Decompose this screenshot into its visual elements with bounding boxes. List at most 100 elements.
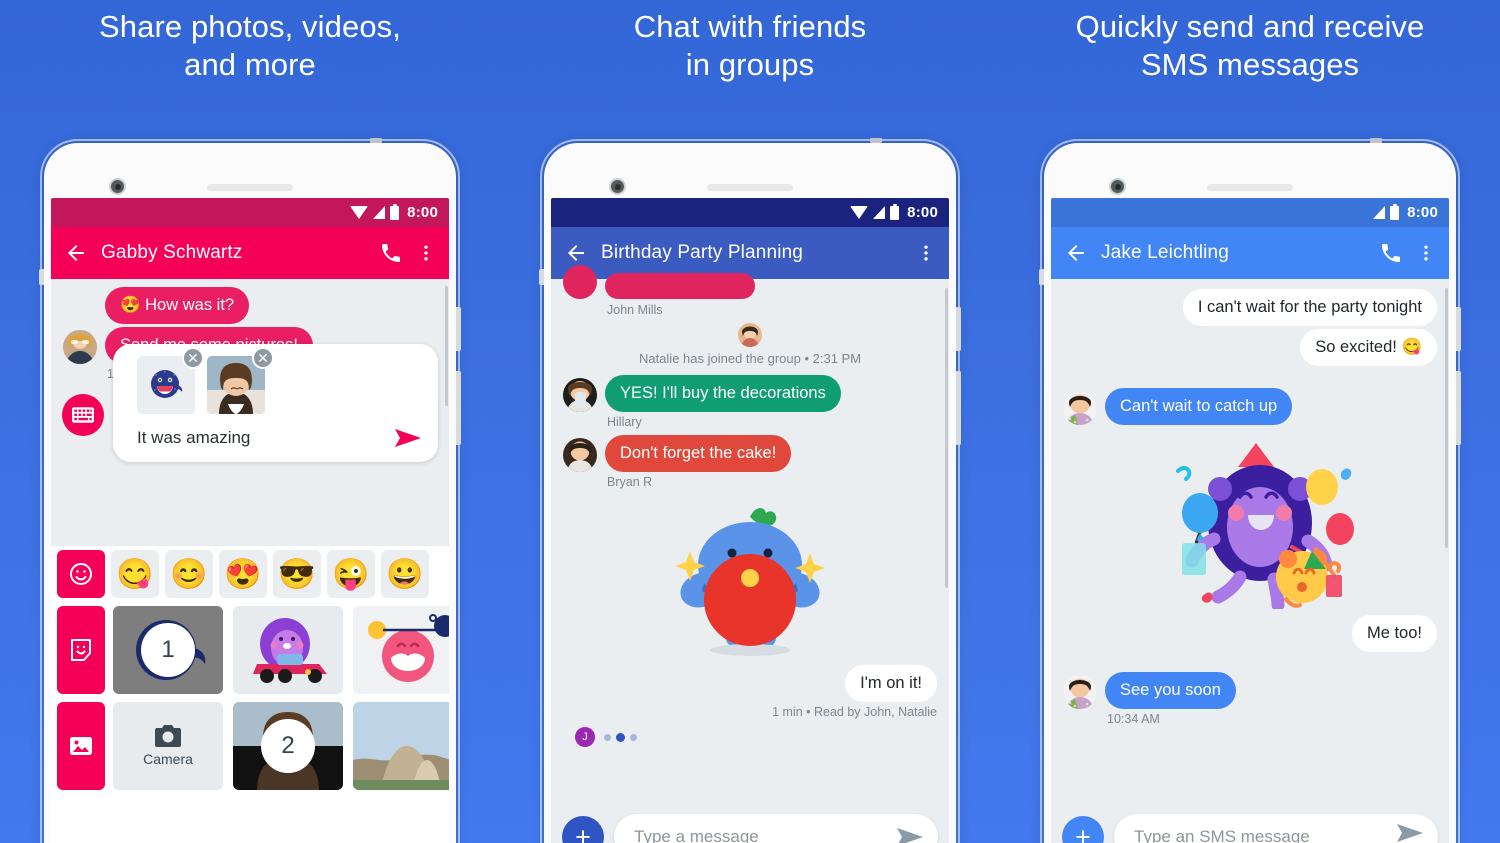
- status-bar: 8:00: [51, 198, 449, 227]
- message-row: 😍 How was it?: [63, 287, 437, 324]
- message-sender: Bryan R: [607, 475, 653, 489]
- power-button[interactable]: [956, 307, 961, 351]
- phone-mockup: 8:00 Jake Leichtling I can't wait for th…: [1039, 138, 1461, 843]
- antenna-strip: [870, 138, 882, 143]
- remove-attachment-icon[interactable]: ✕: [252, 347, 274, 369]
- plus-icon[interactable]: +: [1062, 816, 1104, 843]
- message-bubble[interactable]: [605, 273, 755, 299]
- attachment-photo-thumb[interactable]: ✕: [207, 347, 274, 414]
- message-bubble[interactable]: I can't wait for the party tonight: [1182, 289, 1437, 326]
- power-button[interactable]: [456, 307, 461, 351]
- composer-text[interactable]: It was amazing: [137, 428, 394, 448]
- overflow-menu-icon[interactable]: [916, 241, 936, 265]
- phone-icon[interactable]: [1379, 241, 1403, 265]
- phone-bezel-top: [1051, 150, 1449, 198]
- gallery-item-sticker-lips[interactable]: [353, 606, 449, 694]
- earpiece-speaker: [1207, 184, 1293, 191]
- avatar[interactable]: [63, 330, 97, 364]
- typing-indicator: J: [563, 725, 937, 747]
- send-icon[interactable]: [1396, 823, 1424, 843]
- message-row-clipped: [563, 265, 937, 299]
- message-row: So excited! 😋: [1063, 329, 1437, 366]
- gallery-item-sticker-dark[interactable]: [113, 606, 223, 694]
- conversation-list: I can't wait for the party tonight So ex…: [1051, 279, 1449, 843]
- emoji-cell[interactable]: 😋: [111, 550, 159, 598]
- message-sender: John Mills: [607, 303, 663, 317]
- back-arrow-icon[interactable]: [64, 241, 88, 265]
- avatar[interactable]: [563, 265, 597, 299]
- gallery-item-photo-woman[interactable]: [233, 702, 343, 790]
- phone-screen: 8:00 Gabby Schwartz 😍 How was it? ✕ ✕ It…: [51, 198, 449, 843]
- phone-icon[interactable]: [379, 241, 403, 265]
- send-icon[interactable]: [394, 428, 422, 448]
- scrollbar[interactable]: [445, 286, 448, 406]
- volume-button[interactable]: [456, 371, 461, 445]
- back-arrow-icon[interactable]: [564, 241, 588, 265]
- emoji-tab-icon[interactable]: [57, 550, 105, 598]
- message-bubble[interactable]: YES! I'll buy the decorations: [605, 375, 841, 412]
- scrollbar[interactable]: [1445, 288, 1448, 548]
- send-icon[interactable]: [896, 827, 924, 843]
- gallery-item-sticker-monster-car[interactable]: [233, 606, 343, 694]
- avatar[interactable]: [563, 378, 597, 412]
- plus-icon[interactable]: +: [562, 816, 604, 843]
- emoji-cell[interactable]: 😜: [327, 550, 375, 598]
- volume-button[interactable]: [956, 371, 961, 445]
- phone-mockup: 8:00 Birthday Party Planning John Mills: [539, 138, 961, 843]
- overflow-menu-icon[interactable]: [1416, 241, 1436, 265]
- sticker-message[interactable]: [1087, 431, 1437, 609]
- front-camera-icon: [609, 178, 626, 195]
- message-bubble[interactable]: I'm on it!: [845, 665, 937, 702]
- gallery-item-photo-cliff[interactable]: [353, 702, 449, 790]
- scrollbar[interactable]: [945, 288, 948, 588]
- sticker-message[interactable]: [563, 495, 937, 663]
- conversation-title: Jake Leichtling: [1101, 242, 1229, 263]
- message-sender: Hillary: [607, 415, 642, 429]
- message-row: See you soon: [1063, 672, 1437, 709]
- message-bubble[interactable]: Me too!: [1351, 615, 1437, 652]
- camera-label: Camera: [143, 751, 193, 767]
- message-bubble[interactable]: So excited! 😋: [1300, 329, 1437, 366]
- avatar[interactable]: [1063, 391, 1097, 425]
- earpiece-speaker: [207, 184, 293, 191]
- message-row: I can't wait for the party tonight: [1063, 289, 1437, 326]
- earpiece-speaker: [707, 184, 793, 191]
- emoji-cell[interactable]: 😀: [381, 550, 429, 598]
- overflow-menu-icon[interactable]: [416, 241, 436, 265]
- avatar[interactable]: [1063, 675, 1097, 709]
- message-row: YES! I'll buy the decorations: [563, 375, 937, 412]
- sms-input-placeholder: Type an SMS message: [1134, 827, 1310, 843]
- message-bubble[interactable]: Don't forget the cake!: [605, 435, 792, 472]
- message-row: Don't forget the cake!: [563, 435, 937, 472]
- gallery-row: [113, 606, 449, 694]
- keyboard-toggle-button[interactable]: [62, 394, 104, 436]
- power-button[interactable]: [1456, 307, 1461, 351]
- message-bubble[interactable]: See you soon: [1105, 672, 1236, 709]
- emoji-cell[interactable]: 😍: [219, 550, 267, 598]
- message-timestamp: 10:34 AM: [1107, 712, 1160, 726]
- sim-tray: [1039, 269, 1044, 285]
- avatar[interactable]: [563, 438, 597, 472]
- battery-icon: [390, 203, 400, 220]
- message-bubble[interactable]: Can't wait to catch up: [1105, 388, 1293, 425]
- gallery-camera-button[interactable]: Camera: [113, 702, 223, 790]
- remove-attachment-icon[interactable]: ✕: [182, 347, 204, 369]
- sticker-rail-icon[interactable]: [57, 606, 105, 694]
- attachment-sticker-thumb[interactable]: ✕: [137, 347, 204, 414]
- photo-rail-icon[interactable]: [57, 702, 105, 790]
- message-bubble[interactable]: 😍 How was it?: [105, 287, 250, 324]
- gallery-rail: [57, 602, 105, 843]
- sms-input[interactable]: Type an SMS message SMS: [1114, 814, 1438, 843]
- panel-sms: Quickly send and receive SMS messages 8:…: [1000, 0, 1500, 843]
- message-row: Me too!: [1063, 615, 1437, 652]
- gallery-grid: Camera: [113, 602, 449, 843]
- volume-button[interactable]: [1456, 371, 1461, 445]
- emoji-cell[interactable]: 😊: [165, 550, 213, 598]
- back-arrow-icon[interactable]: [1064, 241, 1088, 265]
- composer-input-row: It was amazing: [125, 414, 426, 462]
- message-input[interactable]: Type a message: [614, 814, 938, 843]
- panel-headline: Share photos, videos, and more: [99, 9, 401, 82]
- emoji-cell[interactable]: 😎: [273, 550, 321, 598]
- antenna-strip: [370, 138, 382, 143]
- conversation-title: Birthday Party Planning: [601, 242, 804, 263]
